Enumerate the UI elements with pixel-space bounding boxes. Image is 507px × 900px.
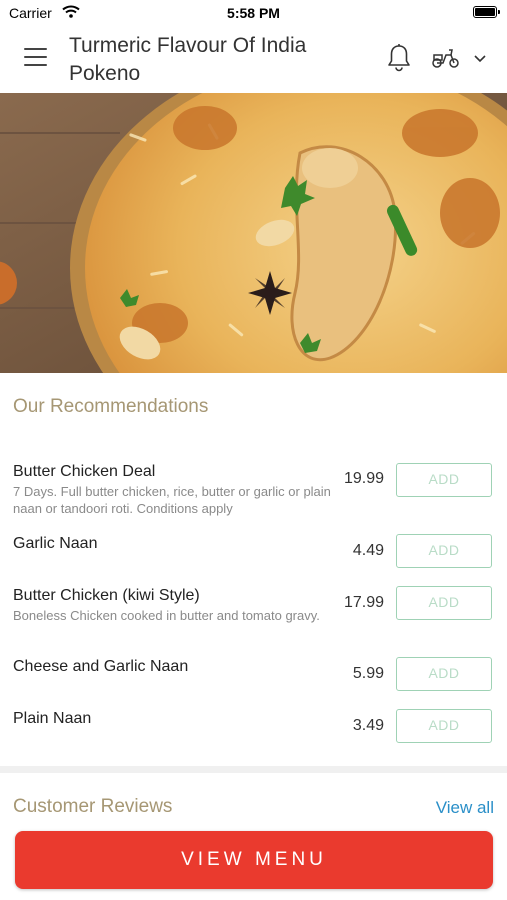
reviews-heading: Customer Reviews	[13, 796, 173, 817]
view-all-reviews-link[interactable]: View all	[436, 798, 494, 818]
hero-food-image	[0, 93, 507, 373]
item-description: 7 Days. Full butter chicken, rice, butte…	[13, 484, 331, 516]
scooter-icon[interactable]	[431, 46, 461, 70]
item-price: 17.99	[343, 594, 384, 611]
item-price: 4.49	[352, 542, 384, 559]
app-header: Turmeric Flavour Of India Pokeno	[0, 26, 507, 93]
item-price: 5.99	[352, 665, 384, 682]
item-name: Plain Naan	[13, 710, 92, 727]
item-name: Cheese and Garlic Naan	[13, 658, 189, 675]
battery-icon	[473, 6, 500, 18]
status-bar: Carrier 5:58 PM	[0, 0, 507, 26]
bell-icon[interactable]	[386, 43, 412, 73]
item-name: Butter Chicken Deal	[13, 463, 156, 480]
add-button[interactable]: ADD	[396, 657, 492, 691]
item-price: 3.49	[352, 717, 384, 734]
add-button[interactable]: ADD	[396, 534, 492, 568]
add-button[interactable]: ADD	[396, 586, 492, 620]
add-button[interactable]: ADD	[396, 709, 492, 743]
restaurant-title: Turmeric Flavour Of India Pokeno	[69, 34, 307, 85]
hamburger-menu-icon[interactable]	[24, 48, 47, 66]
status-time: 5:58 PM	[227, 5, 280, 21]
item-description: Boneless Chicken cooked in butter and to…	[13, 608, 320, 623]
item-name: Butter Chicken (kiwi Style)	[13, 587, 200, 604]
view-menu-button[interactable]: VIEW MENU	[15, 831, 493, 889]
section-divider	[0, 766, 507, 773]
item-name: Garlic Naan	[13, 535, 98, 552]
item-price: 19.99	[343, 470, 384, 487]
recommendations-heading: Our Recommendations	[13, 396, 209, 417]
chevron-down-icon[interactable]	[472, 52, 488, 64]
add-button[interactable]: ADD	[396, 463, 492, 497]
